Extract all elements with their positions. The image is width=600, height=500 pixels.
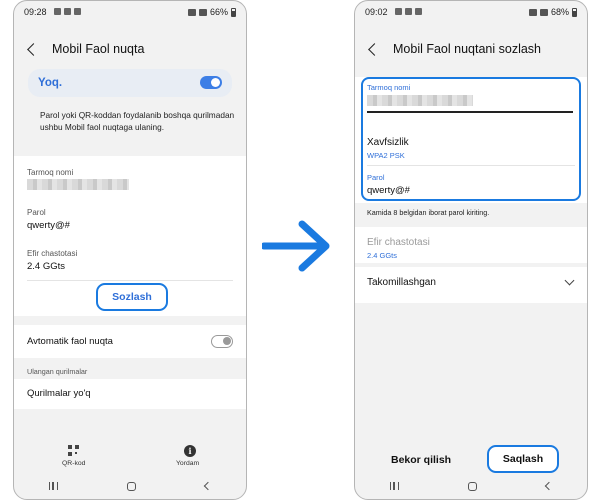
recents-icon[interactable] — [48, 482, 58, 490]
no-devices-text: Qurilmalar yo'q — [27, 388, 91, 399]
divider — [27, 280, 233, 281]
home-icon[interactable] — [467, 481, 477, 491]
status-bar: 09:02 68% — [365, 7, 577, 19]
battery-icon — [572, 7, 577, 17]
battery-percent: 68% — [550, 7, 569, 17]
recents-icon[interactable] — [389, 482, 399, 490]
password-value: qwerty@# — [27, 220, 70, 231]
auto-hotspot-switch[interactable] — [211, 335, 233, 348]
system-icons: 68% — [528, 7, 577, 17]
highlight-box — [361, 77, 581, 201]
qr-code-label[interactable]: QR-kod — [62, 460, 85, 467]
wifi-icon — [528, 8, 537, 16]
battery-percent: 66% — [209, 7, 228, 17]
info-icon[interactable]: i — [184, 445, 196, 457]
signal-icon — [539, 8, 548, 16]
home-icon[interactable] — [126, 481, 136, 491]
notification-icons — [395, 8, 422, 15]
band-value: 2.4 GGts — [27, 261, 66, 272]
band-row: Efir chastotasi 2.4 GGts — [355, 227, 587, 263]
wifi-icon — [187, 8, 196, 16]
system-icons: 66% — [187, 7, 236, 17]
band-label: Efir chastotasi — [367, 237, 430, 248]
app-header: Mobil Faol nuqta — [24, 39, 236, 59]
back-icon[interactable] — [368, 42, 381, 56]
app-header: Mobil Faol nuqtani sozlash — [365, 39, 577, 59]
help-label[interactable]: Yordam — [176, 460, 199, 467]
configure-button[interactable]: Sozlash — [96, 283, 168, 311]
save-button[interactable]: Saqlash — [487, 445, 559, 473]
auto-hotspot-label: Avtomatik faol nuqta — [27, 336, 113, 347]
hotspot-description: Parol yoki QR-koddan foydalanib boshqa q… — [40, 110, 235, 133]
page-title: Mobil Faol nuqtani sozlash — [393, 42, 541, 56]
password-label: Parol — [27, 208, 46, 217]
advanced-row[interactable]: Takomillashgan — [355, 267, 587, 303]
auto-hotspot-row[interactable]: Avtomatik faol nuqta — [14, 325, 246, 358]
hotspot-info-card: Tarmoq nomi Parol qwerty@# Efir chastota… — [14, 156, 246, 316]
left-phone-screen: 09:28 66% Mobil Faol nuqta Yoq. Parol yo… — [13, 0, 247, 500]
cancel-button[interactable]: Bekor qilish — [391, 454, 451, 466]
right-phone-screen: 09:02 68% Mobil Faol nuqtani sozlash Tar… — [354, 0, 588, 500]
advanced-label: Takomillashgan — [367, 277, 436, 288]
status-time: 09:28 — [24, 7, 47, 17]
password-hint: Kamida 8 belgidan iborat parol kiriting. — [367, 208, 490, 217]
bottom-actions-bar: QR-kod i Yordam — [14, 439, 246, 473]
nav-back-icon[interactable] — [545, 481, 554, 491]
connected-devices-card: Qurilmalar yo'q — [14, 379, 246, 409]
connected-devices-section-label: Ulangan qurilmalar — [27, 367, 88, 376]
band-label: Efir chastotasi — [27, 249, 78, 258]
signal-icon — [198, 8, 207, 16]
status-time: 09:02 — [365, 7, 388, 17]
nav-back-icon[interactable] — [204, 481, 213, 491]
back-icon[interactable] — [27, 42, 40, 56]
battery-icon — [231, 7, 236, 17]
chevron-down-icon[interactable] — [564, 275, 575, 286]
status-bar: 09:28 66% — [24, 7, 236, 19]
qr-code-icon[interactable] — [68, 445, 79, 456]
network-name-label: Tarmoq nomi — [27, 168, 74, 177]
right-arrow-icon — [262, 220, 330, 272]
hotspot-master-toggle-row[interactable]: Yoq. — [28, 69, 232, 97]
system-nav-bar — [14, 473, 246, 499]
page-title: Mobil Faol nuqta — [52, 42, 145, 56]
hotspot-switch[interactable] — [200, 76, 222, 89]
band-value: 2.4 GGts — [367, 251, 398, 260]
network-name-blurred — [27, 179, 129, 190]
system-nav-bar — [355, 473, 587, 499]
notification-icons — [54, 8, 81, 15]
hotspot-toggle-label: Yoq. — [38, 77, 63, 89]
